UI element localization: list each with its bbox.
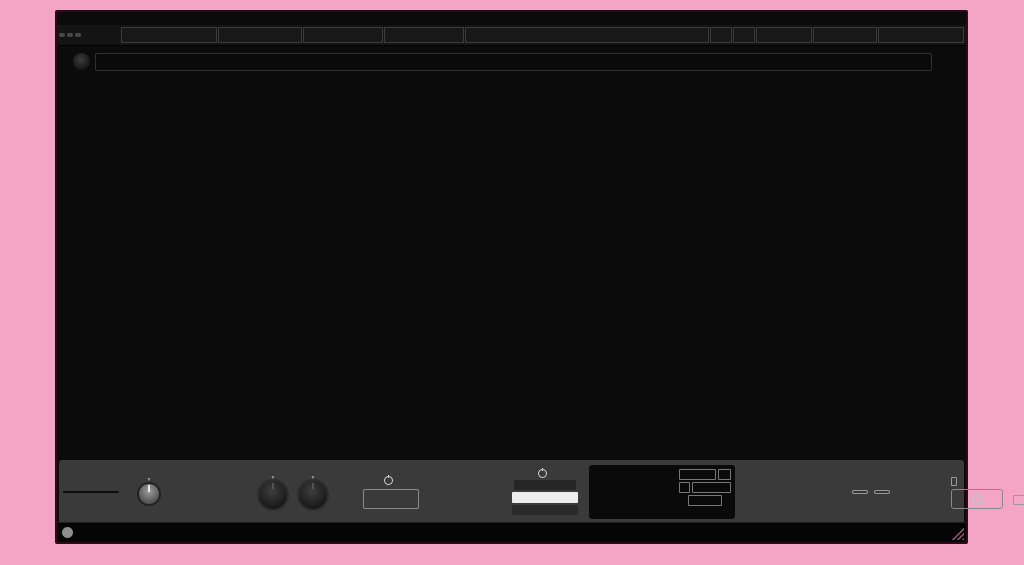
menubar (57, 25, 966, 46)
page-list (63, 491, 119, 493)
register-button[interactable] (303, 27, 383, 43)
tp-to-scale-button[interactable] (512, 492, 578, 503)
chord-targets (437, 492, 495, 493)
chord-power-icon[interactable] (384, 476, 393, 485)
scale-root-value[interactable] (679, 482, 690, 493)
record-button[interactable] (951, 489, 1003, 509)
status-bar (57, 522, 966, 542)
plugin-title (121, 27, 217, 43)
resize-grip[interactable] (949, 525, 964, 540)
scale-keyboard (593, 469, 675, 515)
main-menu (121, 27, 964, 43)
info-icon[interactable] (62, 527, 73, 538)
preset-prev-button[interactable] (710, 27, 732, 43)
seq-restart-section (807, 488, 935, 496)
scale-to-tp-button[interactable] (512, 505, 578, 515)
scale-menu-icon[interactable] (718, 469, 731, 480)
ch-lock-button[interactable] (75, 33, 81, 37)
chord-open-button[interactable] (363, 489, 419, 509)
plugin-window: ▼ ▼ ▼ (55, 10, 968, 544)
midi-toggle-group (59, 33, 81, 37)
save-button[interactable] (756, 27, 812, 43)
scale-lock-button[interactable] (514, 480, 576, 490)
swing-knob[interactable] (139, 484, 159, 504)
scale-keyboard-panel (589, 465, 735, 519)
menu-icon[interactable] (384, 27, 464, 43)
swing-section: ▼ (123, 478, 175, 506)
macro-knob-1[interactable] (259, 481, 287, 509)
swing-targets (179, 492, 237, 493)
resync-button[interactable] (874, 490, 890, 494)
rec-leng-value[interactable] (1013, 495, 1024, 505)
scale-power-icon[interactable] (538, 469, 547, 478)
scale-preset-button[interactable] (688, 495, 722, 506)
logo-icon (73, 53, 90, 70)
restart-button[interactable] (852, 490, 868, 494)
swing-marker-icon: ▼ (147, 478, 152, 483)
save-as-button[interactable] (813, 27, 877, 43)
chord-section (349, 476, 433, 509)
preset-button[interactable] (465, 27, 709, 43)
scale-targets (739, 492, 797, 493)
preset-next-button[interactable] (733, 27, 755, 43)
macro-marker-icon: ▼ (271, 476, 276, 481)
tab-row (57, 50, 966, 74)
scale-section (505, 469, 585, 515)
midi-recorder-section (945, 475, 1024, 509)
macro-knob-2[interactable] (299, 481, 327, 509)
seq-select-spinner[interactable] (936, 52, 962, 72)
macro-marker-icon: ▼ (311, 476, 316, 481)
tab-bar (95, 53, 932, 71)
record-icon (972, 494, 983, 505)
version-label (218, 27, 302, 43)
mute-button[interactable] (59, 33, 65, 37)
recorder-edit-button[interactable] (951, 477, 957, 486)
scale-edit-button[interactable] (679, 469, 716, 480)
bottom-panel: ▼ ▼ ▼ (59, 460, 964, 524)
macro-knobs: ▼ ▼ (247, 476, 339, 509)
root-shift-button[interactable] (692, 482, 731, 493)
thru-button[interactable] (67, 33, 73, 37)
brand-button[interactable] (878, 27, 964, 43)
